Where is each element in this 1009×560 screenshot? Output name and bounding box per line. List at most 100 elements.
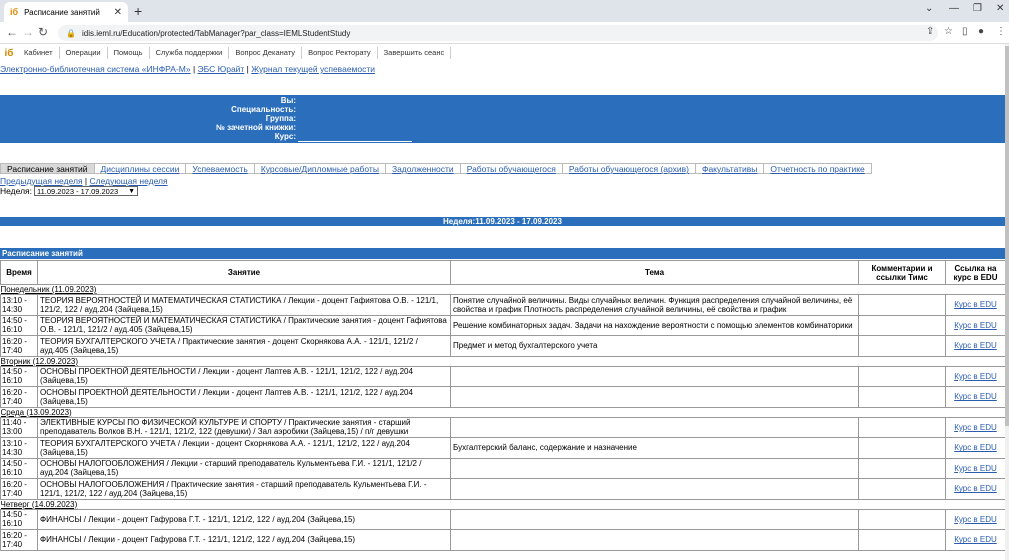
edu-course-link[interactable]: Курс в EDU (954, 321, 997, 330)
student-label-group: Группа: (265, 114, 296, 123)
week-navigation: Предыдущая неделя | Следующая неделя (0, 176, 168, 186)
cell-lesson: ТЕОРИЯ ВЕРОЯТНОСТЕЙ И МАТЕМАТИЧЕСКАЯ СТА… (37, 314, 451, 336)
tab-performance[interactable]: Успеваемость (186, 163, 255, 174)
cell-lesson: ОСНОВЫ ПРОЕКТНОЙ ДЕЯТЕЛЬНОСТИ / Лекции -… (37, 365, 451, 387)
edu-course-link[interactable]: Курс в EDU (954, 423, 997, 432)
scrollbar-thumb[interactable] (1005, 46, 1009, 426)
reload-icon[interactable]: ↻ (38, 25, 48, 39)
side-panel-icon[interactable]: ▯ (962, 26, 968, 37)
browser-tab[interactable]: iб Расписание занятий ✕ (4, 2, 128, 22)
redaction-line (298, 141, 412, 142)
schedule-header-row: Время Занятие Тема Комментарии и ссылки … (0, 260, 1006, 285)
link-urait[interactable]: ЭБС Юрайт (198, 64, 245, 74)
cell-topic (450, 529, 859, 551)
cell-edu-link: Курс в EDU (945, 386, 1006, 408)
week-select[interactable]: 11.09.2023 - 17.09.2023 ▼ (34, 186, 139, 196)
cell-edu-link: Курс в EDU (945, 457, 1006, 479)
edu-course-link[interactable]: Курс в EDU (954, 443, 997, 452)
student-label-course: Курс: (274, 132, 296, 141)
day-row: Четверг (14.09.2023) (1, 499, 1006, 509)
cell-time: 14:50 - 16:10 (0, 314, 38, 336)
schedule-body: Понедельник (11.09.2023) 13:10 - 14:30 ТЕО… (0, 285, 1006, 551)
cell-time: 16:20 - 17:40 (0, 529, 38, 551)
cell-topic (450, 365, 859, 387)
url-field[interactable]: 🔒 idis.ieml.ru/Education/protected/TabMa… (58, 25, 938, 41)
page-tabs: Расписание занятий Дисциплины сессии Усп… (0, 163, 872, 174)
cell-topic: Решение комбинаторных задач. Задачи на н… (450, 314, 859, 336)
window-close-icon[interactable]: ✕ (996, 3, 1004, 14)
share-icon[interactable]: ⇪ (926, 26, 934, 37)
profile-icon[interactable]: ● (978, 26, 984, 37)
next-week-link[interactable]: Следующая неделя (89, 176, 167, 186)
day-header: Вторник (12.09.2023) (1, 356, 1006, 366)
tab-debts[interactable]: Задолженности (385, 163, 461, 174)
lock-icon: 🔒 (66, 28, 76, 38)
tab-coursework[interactable]: Курсовые/Дипломные работы (254, 163, 386, 174)
tab-electives[interactable]: Факультативы (695, 163, 765, 174)
cell-topic: Предмет и метод бухгалтерского учета (450, 335, 859, 357)
cell-lesson: ФИНАНСЫ / Лекции - доцент Гафурова Г.Т. … (37, 508, 451, 530)
tab-student-works-archive[interactable]: Работы обучающегося (архив) (562, 163, 696, 174)
link-gradebook[interactable]: Журнал текущей успеваемости (251, 64, 375, 74)
forward-icon[interactable]: → (22, 25, 34, 39)
kebab-menu-icon[interactable]: ⋮ (996, 26, 1006, 37)
menu-item-logout[interactable]: Завершить сеанс (378, 47, 452, 59)
cell-time: 11:40 - 13:00 (0, 416, 38, 438)
edu-course-link[interactable]: Курс в EDU (954, 535, 997, 544)
day-link[interactable]: Вторник (12.09.2023) (1, 357, 79, 366)
cell-comment (858, 335, 946, 357)
menu-item-rector-question[interactable]: Вопрос Ректорату (302, 47, 378, 59)
back-icon[interactable]: ← (6, 25, 18, 39)
day-link[interactable]: Четверг (14.09.2023) (1, 500, 78, 509)
cell-lesson: ЭЛЕКТИВНЫЕ КУРСЫ ПО ФИЗИЧЕСКОЙ КУЛЬТУРЕ … (37, 416, 451, 438)
cell-edu-link: Курс в EDU (945, 335, 1006, 357)
link-infra-m[interactable]: Электронно-библиотечная система «ИНФРА-М… (0, 64, 191, 74)
menu-item-support[interactable]: Служба поддержки (150, 47, 230, 59)
links-separator: | (190, 64, 198, 74)
cell-lesson: ТЕОРИЯ ВЕРОЯТНОСТЕЙ И МАТЕМАТИЧЕСКАЯ СТА… (37, 294, 451, 316)
day-row: Вторник (12.09.2023) (1, 356, 1006, 366)
restore-icon[interactable]: ❐ (973, 3, 982, 14)
week-selector: Неделя: 11.09.2023 - 17.09.2023 ▼ (0, 186, 139, 196)
page-scrollbar[interactable] (1005, 44, 1009, 560)
menu-item-cabinet[interactable]: Кабинет (18, 47, 60, 59)
day-link[interactable]: Понедельник (11.09.2023) (1, 285, 97, 294)
edu-course-link[interactable]: Курс в EDU (954, 300, 997, 309)
edu-course-link[interactable]: Курс в EDU (954, 515, 997, 524)
edu-course-link[interactable]: Курс в EDU (954, 392, 997, 401)
col-header-comment: Комментарии и ссылки Тимс (858, 260, 946, 285)
cell-time: 13:10 - 14:30 (0, 437, 38, 459)
cell-lesson: ОСНОВЫ ПРОЕКТНОЙ ДЕЯТЕЛЬНОСТИ / Лекции -… (37, 386, 451, 408)
tab-session-disciplines[interactable]: Дисциплины сессии (94, 163, 187, 174)
edu-course-link[interactable]: Курс в EDU (954, 341, 997, 350)
menu-item-operations[interactable]: Операции (60, 47, 108, 59)
close-tab-icon[interactable]: ✕ (114, 7, 122, 18)
menu-item-help[interactable]: Помощь (108, 47, 150, 59)
schedule-title: Расписание занятий (0, 248, 1005, 259)
cell-topic (450, 416, 859, 438)
edu-course-link[interactable]: Курс в EDU (954, 372, 997, 381)
bookmark-star-icon[interactable]: ☆ (944, 26, 953, 37)
col-header-edu: Ссылка на курс в EDU (945, 260, 1006, 285)
prev-week-link[interactable]: Предыдущая неделя (0, 176, 83, 186)
edu-course-link[interactable]: Курс в EDU (954, 484, 997, 493)
new-tab-icon[interactable]: + (134, 4, 142, 18)
browser-tab-strip: iб Расписание занятий ✕ + ⌄ — ❐ ✕ (0, 0, 1009, 22)
browser-tab-title: Расписание занятий (24, 7, 100, 17)
cell-lesson: ТЕОРИЯ БУХГАЛТЕРСКОГО УЧЕТА / Лекции - д… (37, 437, 451, 459)
minimize-icon[interactable]: — (949, 3, 959, 14)
student-label-record-book: № зачетной книжки: (215, 123, 296, 132)
day-link[interactable]: Среда (13.09.2023) (1, 408, 72, 417)
tab-practice-reports[interactable]: Отчетность по практике (764, 163, 872, 174)
cell-edu-link: Курс в EDU (945, 478, 1006, 500)
menu-item-dean-question[interactable]: Вопрос Деканату (229, 47, 303, 59)
edu-course-link[interactable]: Курс в EDU (954, 464, 997, 473)
tab-student-works[interactable]: Работы обучающегося (460, 163, 563, 174)
day-header: Четверг (14.09.2023) (1, 499, 1006, 509)
cell-topic: Понятие случайной величины. Виды случайн… (450, 294, 859, 316)
cell-comment (858, 529, 946, 551)
chevron-down-icon: ▼ (128, 188, 136, 195)
site-logo[interactable]: iб (0, 48, 18, 59)
tab-schedule[interactable]: Расписание занятий (0, 163, 95, 174)
tab-search-icon[interactable]: ⌄ (925, 3, 933, 14)
